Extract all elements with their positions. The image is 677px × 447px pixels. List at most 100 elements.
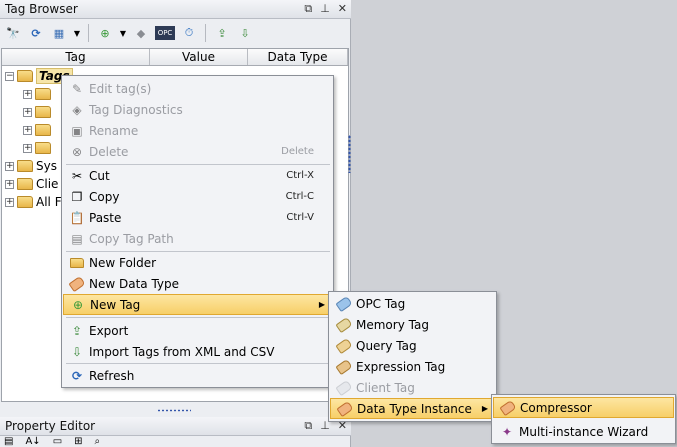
float-icon[interactable]: ⧉ bbox=[304, 0, 312, 18]
toolbar-divider bbox=[88, 24, 89, 42]
menu-item-label: Query Tag bbox=[356, 338, 417, 353]
sort-alpha-icon[interactable]: A↓ bbox=[25, 436, 40, 447]
property-editor-titlebar: Property Editor ⧉ ⊥ ✕ bbox=[0, 417, 351, 436]
opc-tag-icon bbox=[335, 295, 353, 312]
filter-icon[interactable]: ⌕ bbox=[95, 436, 101, 447]
data-type-icon bbox=[499, 399, 517, 416]
menu-item-label: Paste bbox=[89, 210, 122, 225]
tree-node-system[interactable]: + Sys bbox=[5, 157, 57, 175]
scan-class-icon[interactable]: ⏱ bbox=[180, 24, 198, 42]
menu-item-label: Delete bbox=[89, 144, 129, 159]
menu-item-edit-tags[interactable]: ✎ Edit tag(s) bbox=[63, 78, 332, 99]
float-icon[interactable]: ⧉ bbox=[304, 417, 312, 435]
shortcut-label: Ctrl-C bbox=[285, 191, 314, 202]
folder-icon bbox=[69, 255, 85, 271]
menu-item-new-folder[interactable]: New Folder bbox=[63, 252, 332, 273]
menu-item-cut[interactable]: ✂ Cut Ctrl-X bbox=[63, 165, 332, 186]
add-tag-icon[interactable]: ⊕ bbox=[96, 24, 114, 42]
menu-item-label: OPC Tag bbox=[356, 296, 406, 311]
binoculars-icon[interactable]: 🔭 bbox=[4, 24, 22, 42]
menu-item-refresh[interactable]: ⟳ Refresh bbox=[63, 365, 332, 386]
menu-item-label: Export bbox=[89, 323, 129, 338]
tree-node-child[interactable]: + bbox=[23, 139, 51, 157]
tag-provider-folder-icon bbox=[17, 70, 33, 82]
shortcut-label: Ctrl-X bbox=[286, 170, 314, 181]
menu-separator bbox=[66, 363, 330, 364]
expand-icon[interactable]: + bbox=[5, 179, 14, 189]
pin-icon[interactable]: ⊥ bbox=[320, 0, 330, 18]
menu-item-label: Expression Tag bbox=[356, 359, 446, 374]
menu-item-rename[interactable]: ▣ Rename bbox=[63, 120, 332, 141]
collapse-icon[interactable]: − bbox=[5, 71, 14, 81]
tag-gray-icon[interactable]: ◆ bbox=[132, 24, 150, 42]
vertical-splitter-handle[interactable] bbox=[348, 135, 351, 173]
import-tags-icon[interactable]: ⇩ bbox=[236, 24, 254, 42]
refresh-icon[interactable]: ⟳ bbox=[27, 24, 45, 42]
menu-item-compressor[interactable]: Compressor bbox=[493, 397, 674, 418]
menu-item-paste[interactable]: 📋 Paste Ctrl-V bbox=[63, 207, 332, 228]
folder-icon bbox=[17, 178, 33, 190]
menu-item-label: Import Tags from XML and CSV bbox=[89, 344, 275, 359]
export-tags-icon[interactable]: ⇪ bbox=[213, 24, 231, 42]
client-tag-icon bbox=[335, 379, 353, 396]
close-icon[interactable]: ✕ bbox=[338, 0, 347, 18]
tree-node-all[interactable]: + All F bbox=[5, 193, 62, 211]
tag-context-menu: ✎ Edit tag(s) ◈ Tag Diagnostics ▣ Rename… bbox=[61, 75, 334, 388]
menu-item-label: New Tag bbox=[90, 297, 141, 312]
menu-item-label: Tag Diagnostics bbox=[89, 102, 183, 117]
menu-item-memory-tag[interactable]: Memory Tag bbox=[330, 314, 495, 335]
column-header-tag[interactable]: Tag bbox=[2, 49, 150, 65]
tree-node-child[interactable]: + bbox=[23, 103, 51, 121]
menu-item-data-type-instance[interactable]: Data Type Instance ▶ bbox=[330, 398, 495, 419]
horizontal-splitter-handle[interactable] bbox=[157, 409, 191, 412]
expand-icon[interactable]: + bbox=[23, 125, 32, 135]
column-header-data-type[interactable]: Data Type bbox=[248, 49, 348, 65]
menu-item-multi-instance-wizard[interactable]: ✦ Multi-instance Wizard bbox=[493, 421, 674, 442]
grid-icon[interactable]: ▦ bbox=[50, 24, 68, 42]
tree-node-label: Clie bbox=[36, 177, 59, 191]
query-tag-icon bbox=[335, 337, 353, 354]
tag-browser-toolbar: 🔭 ⟳ ▦ ▼ ⊕ ▼ ◆ OPC ⏱ ⇪ ⇩ bbox=[0, 20, 351, 46]
menu-item-expression-tag[interactable]: Expression Tag bbox=[330, 356, 495, 377]
tree-node-label: Sys bbox=[36, 159, 57, 173]
shortcut-label: Delete bbox=[281, 146, 314, 157]
menu-item-export[interactable]: ⇪ Export bbox=[63, 320, 332, 341]
copy-icon: ❐ bbox=[71, 189, 83, 204]
expand-icon[interactable]: + bbox=[5, 197, 14, 207]
folder-icon bbox=[17, 160, 33, 172]
collapse-all-icon[interactable]: ▭ bbox=[53, 436, 62, 447]
tree-node-client[interactable]: + Clie bbox=[5, 175, 58, 193]
chevron-down-icon[interactable]: ▼ bbox=[119, 24, 127, 42]
menu-item-delete[interactable]: ⊗ Delete Delete bbox=[63, 141, 332, 162]
tree-node-child[interactable]: + bbox=[23, 85, 51, 103]
expand-icon[interactable]: + bbox=[23, 107, 32, 117]
menu-item-import-tags[interactable]: ⇩ Import Tags from XML and CSV bbox=[63, 341, 332, 362]
menu-item-query-tag[interactable]: Query Tag bbox=[330, 335, 495, 356]
column-header-value[interactable]: Value bbox=[150, 49, 248, 65]
chevron-down-icon[interactable]: ▼ bbox=[73, 24, 81, 42]
rename-icon: ▣ bbox=[71, 123, 83, 138]
delete-icon: ⊗ bbox=[71, 144, 83, 159]
data-type-instance-icon bbox=[336, 400, 354, 417]
tree-node-child[interactable]: + bbox=[23, 121, 51, 139]
copy-path-icon: ▤ bbox=[71, 231, 83, 246]
menu-item-client-tag[interactable]: Client Tag bbox=[330, 377, 495, 398]
edit-tag-icon: ✎ bbox=[71, 81, 83, 96]
opc-browse-icon[interactable]: OPC bbox=[155, 26, 175, 40]
add-tag-icon: ⊕ bbox=[72, 297, 84, 312]
menu-item-copy-tag-path[interactable]: ▤ Copy Tag Path bbox=[63, 228, 332, 249]
expand-icon[interactable]: + bbox=[5, 161, 14, 171]
menu-item-label: Copy bbox=[89, 189, 120, 204]
property-editor-toolbar: ▤ A↓ ▭ ⊞ ⌕ bbox=[0, 436, 351, 447]
expand-icon[interactable]: + bbox=[23, 89, 32, 99]
menu-item-new-tag[interactable]: ⊕ New Tag ▶ bbox=[63, 294, 332, 315]
menu-item-copy[interactable]: ❐ Copy Ctrl-C bbox=[63, 186, 332, 207]
menu-item-tag-diagnostics[interactable]: ◈ Tag Diagnostics bbox=[63, 99, 332, 120]
menu-item-opc-tag[interactable]: OPC Tag bbox=[330, 293, 495, 314]
wizard-icon: ✦ bbox=[501, 424, 513, 439]
expand-icon[interactable]: + bbox=[23, 143, 32, 153]
expand-all-icon[interactable]: ⊞ bbox=[74, 436, 82, 447]
menu-item-new-data-type[interactable]: New Data Type bbox=[63, 273, 332, 294]
tree-node-label: All F bbox=[36, 195, 62, 209]
categorize-icon[interactable]: ▤ bbox=[4, 436, 13, 447]
